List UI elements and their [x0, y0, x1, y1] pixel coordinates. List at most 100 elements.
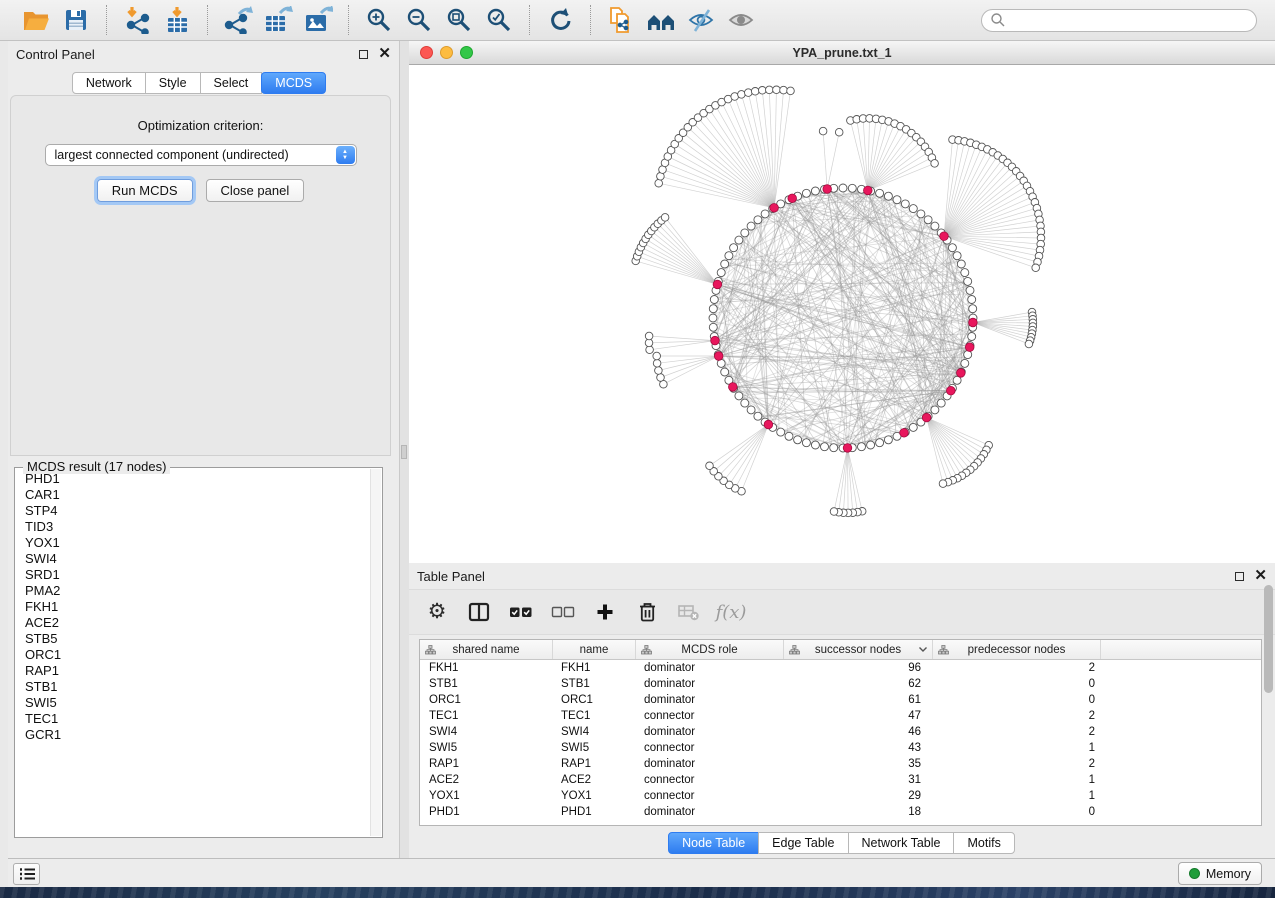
table-row[interactable]: FKH1FKH1dominator962 — [420, 660, 1261, 676]
mcds-result-item[interactable]: SWI4 — [17, 551, 369, 567]
show-all-icon[interactable] — [721, 5, 761, 35]
column-header-predecessor-nodes[interactable]: predecessor nodes — [933, 640, 1101, 659]
mcds-node[interactable] — [788, 194, 797, 203]
close-panel-button[interactable]: Close panel — [206, 179, 305, 202]
import-table-icon[interactable] — [157, 5, 197, 35]
task-history-button[interactable] — [13, 863, 40, 885]
copy-network-icon[interactable] — [601, 5, 641, 35]
show-columns-icon[interactable] — [465, 599, 493, 625]
mcds-result-list[interactable]: PHD1CAR1STP4TID3YOX1SWI4SRD1PMA2FKH1ACE2… — [17, 471, 369, 835]
mcds-node[interactable] — [843, 444, 852, 453]
mcds-node[interactable] — [770, 204, 779, 213]
table-row[interactable]: ORC1ORC1dominator610 — [420, 692, 1261, 708]
mcds-result-item[interactable]: ORC1 — [17, 647, 369, 663]
zoom-in-icon[interactable] — [359, 5, 399, 35]
mcds-node[interactable] — [900, 429, 909, 438]
mcds-node[interactable] — [922, 413, 931, 422]
open-file-icon[interactable] — [16, 5, 56, 35]
cell-predecessor-nodes: 2 — [933, 660, 1101, 676]
tab-motifs[interactable]: Motifs — [953, 832, 1014, 854]
column-header-successor-nodes[interactable]: successor nodes — [784, 640, 933, 659]
tab-edge-table[interactable]: Edge Table — [758, 832, 848, 854]
mcds-result-item[interactable]: SWI5 — [17, 695, 369, 711]
tab-node-table[interactable]: Node Table — [668, 832, 759, 854]
mcds-result-item[interactable]: FKH1 — [17, 599, 369, 615]
optimization-criterion-select[interactable]: largest connected component (undirected)… — [45, 144, 357, 166]
table-row[interactable]: TEC1TEC1connector472 — [420, 708, 1261, 724]
mcds-node[interactable] — [957, 369, 966, 378]
table-row[interactable]: PHD1PHD1dominator180 — [420, 804, 1261, 820]
export-table-icon[interactable] — [258, 5, 298, 35]
mcds-list-scrollbar[interactable] — [370, 469, 381, 836]
network-canvas[interactable] — [409, 65, 1275, 562]
zoom-selected-icon[interactable] — [479, 5, 519, 35]
mcds-result-item[interactable]: PHD1 — [17, 471, 369, 487]
mcds-node[interactable] — [711, 336, 720, 345]
mcds-result-item[interactable]: YOX1 — [17, 535, 369, 551]
mcds-result-item[interactable]: STP4 — [17, 503, 369, 519]
hide-selected-icon[interactable] — [681, 5, 721, 35]
mcds-result-item[interactable]: RAP1 — [17, 663, 369, 679]
float-panel-icon[interactable] — [359, 50, 368, 59]
mcds-node[interactable] — [864, 186, 873, 195]
tab-mcds[interactable]: MCDS — [261, 72, 326, 94]
mcds-result-item[interactable]: PMA2 — [17, 583, 369, 599]
mcds-result-item[interactable]: STB5 — [17, 631, 369, 647]
import-network-icon[interactable] — [117, 5, 157, 35]
mcds-result-item[interactable]: CAR1 — [17, 487, 369, 503]
delete-table-icon[interactable] — [675, 599, 703, 625]
mcds-node[interactable] — [823, 185, 832, 194]
tab-network-table[interactable]: Network Table — [848, 832, 955, 854]
mcds-result-item[interactable]: ACE2 — [17, 615, 369, 631]
search-input[interactable] — [1006, 13, 1248, 27]
export-image-icon[interactable] — [298, 5, 338, 35]
mcds-result-item[interactable]: TID3 — [17, 519, 369, 535]
table-row[interactable]: SWI5SWI5connector431 — [420, 740, 1261, 756]
mcds-node[interactable] — [940, 232, 949, 241]
delete-column-icon[interactable] — [633, 599, 661, 625]
mcds-result-item[interactable]: TEC1 — [17, 711, 369, 727]
splitter-grip-icon[interactable] — [401, 445, 407, 459]
mcds-node[interactable] — [947, 386, 956, 395]
deselect-all-icon[interactable] — [549, 599, 577, 625]
tab-network[interactable]: Network — [72, 72, 146, 94]
panel-splitter[interactable] — [400, 41, 409, 858]
table-scrollbar-thumb[interactable] — [1264, 585, 1273, 693]
mcds-result-item[interactable]: STB1 — [17, 679, 369, 695]
mcds-node[interactable] — [965, 343, 974, 352]
mcds-result-item[interactable]: SRD1 — [17, 567, 369, 583]
select-all-icon[interactable] — [507, 599, 535, 625]
mcds-node[interactable] — [969, 318, 978, 327]
zoom-out-icon[interactable] — [399, 5, 439, 35]
function-builder-icon[interactable]: f(x) — [717, 599, 745, 625]
table-row[interactable]: STB1STB1dominator620 — [420, 676, 1261, 692]
fit-content-icon[interactable] — [439, 5, 479, 35]
run-mcds-button[interactable]: Run MCDS — [97, 179, 193, 202]
refresh-view-icon[interactable] — [540, 5, 580, 35]
export-network-icon[interactable] — [218, 5, 258, 35]
column-header-name[interactable]: name — [553, 640, 636, 659]
mcds-result-item[interactable]: GCR1 — [17, 727, 369, 743]
tab-select[interactable]: Select — [200, 72, 263, 94]
table-row[interactable]: SWI4SWI4dominator462 — [420, 724, 1261, 740]
save-session-icon[interactable] — [56, 5, 96, 35]
table-row[interactable]: YOX1YOX1connector291 — [420, 788, 1261, 804]
mcds-node[interactable] — [764, 420, 773, 429]
table-row[interactable]: RAP1RAP1dominator352 — [420, 756, 1261, 772]
close-panel-icon[interactable]: ✕ — [1254, 571, 1267, 581]
tab-style[interactable]: Style — [145, 72, 201, 94]
memory-button[interactable]: Memory — [1178, 862, 1262, 885]
first-neighbors-icon[interactable] — [641, 5, 681, 35]
search-field[interactable] — [981, 9, 1257, 32]
add-column-icon[interactable] — [591, 599, 619, 625]
table-options-icon[interactable]: ⚙ — [423, 599, 451, 625]
close-panel-icon[interactable]: ✕ — [378, 49, 391, 59]
column-header-mcds-role[interactable]: MCDS role — [636, 640, 784, 659]
cell-shared-name: YOX1 — [420, 788, 553, 804]
column-header-shared-name[interactable]: shared name — [420, 640, 553, 659]
mcds-node[interactable] — [713, 280, 722, 289]
mcds-node[interactable] — [729, 383, 738, 392]
float-panel-icon[interactable] — [1235, 572, 1244, 581]
table-row[interactable]: ACE2ACE2connector311 — [420, 772, 1261, 788]
mcds-node[interactable] — [714, 352, 723, 361]
